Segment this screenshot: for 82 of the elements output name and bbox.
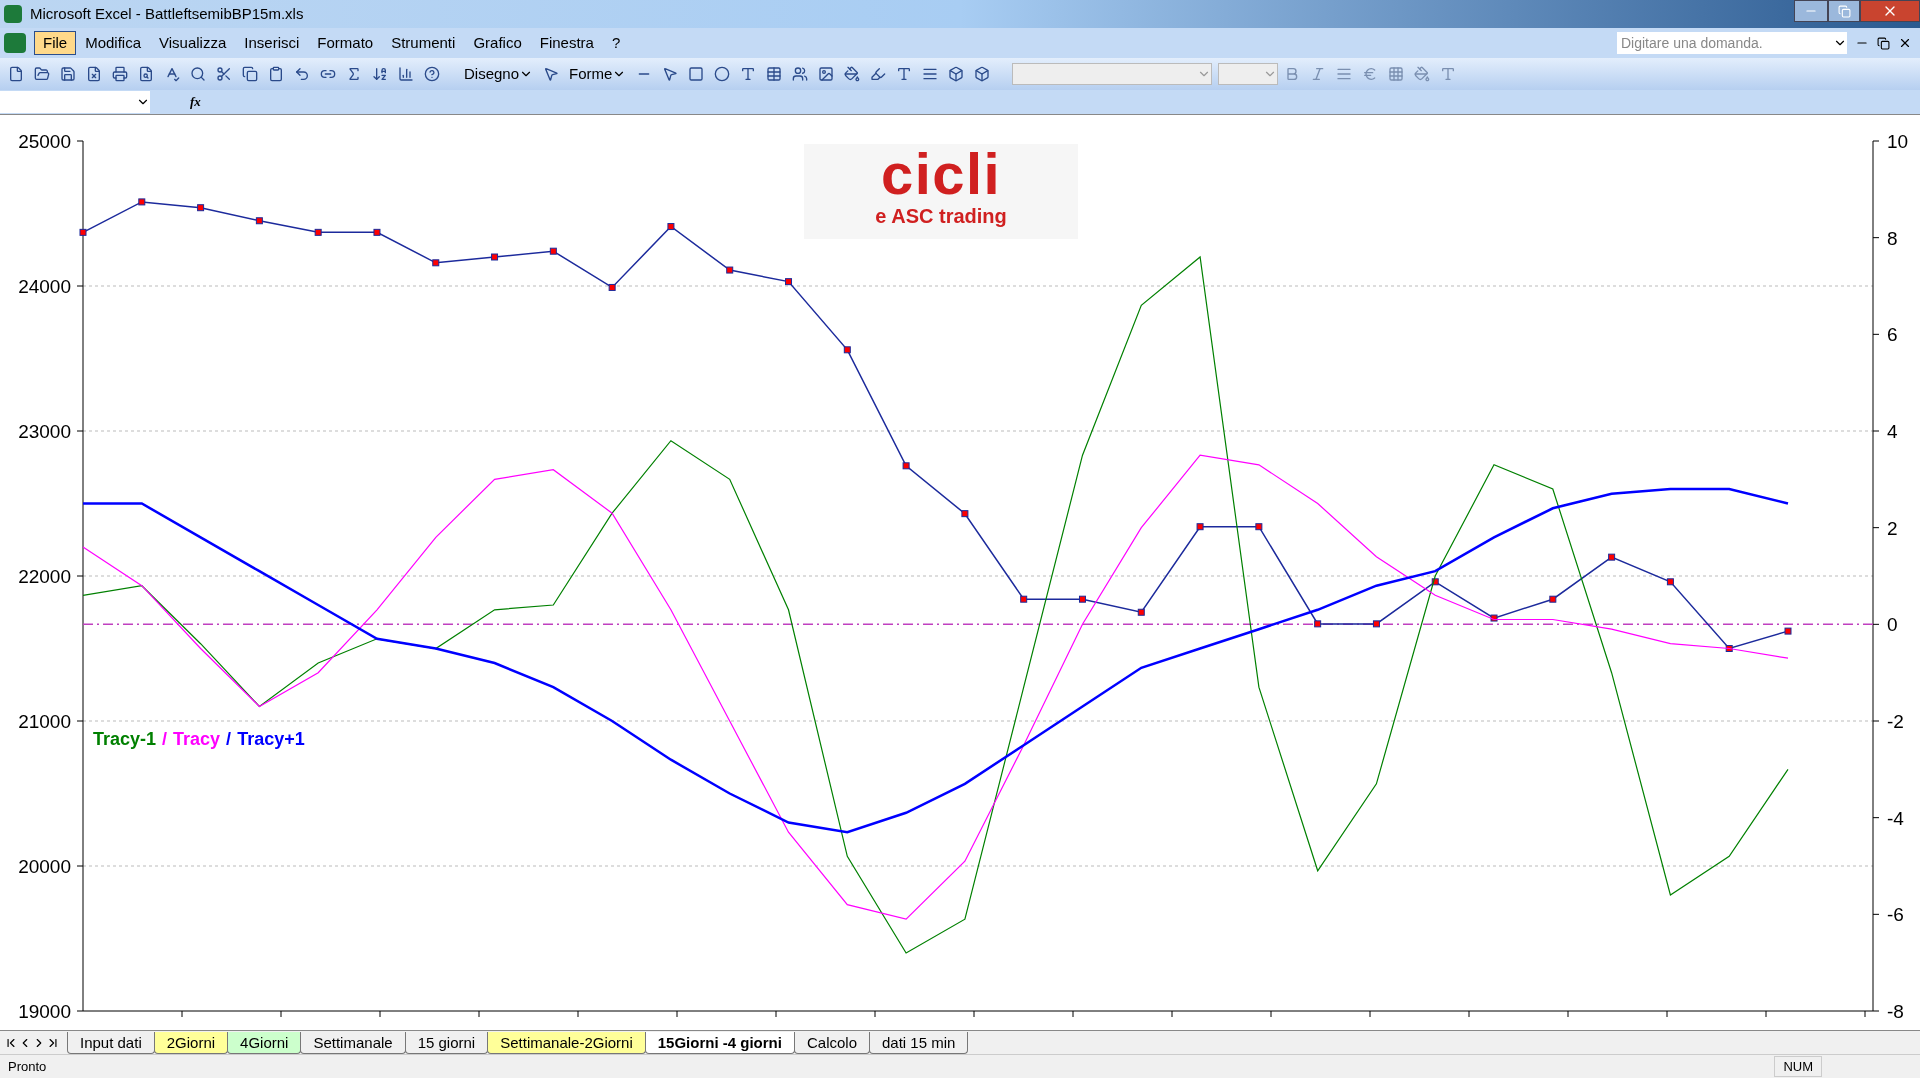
axis-label: 19000 [18, 1001, 71, 1022]
data-point [1784, 627, 1792, 635]
data-point [491, 253, 499, 261]
axis-label: 0 [1887, 614, 1898, 636]
data-point [314, 228, 322, 236]
axis-label: 21000 [18, 711, 71, 732]
shapes-menu-button[interactable]: Forme [565, 62, 631, 86]
axis-label: 4 [1887, 421, 1898, 442]
draw-menu-button[interactable]: Disegno [460, 62, 538, 86]
axis-label: 24000 [18, 276, 71, 297]
sheet-tab[interactable]: 2Giorni [153, 1032, 229, 1054]
axis-label: -6 [1887, 904, 1904, 926]
data-point [1255, 523, 1263, 531]
data-point [197, 204, 205, 212]
data-point [1020, 595, 1028, 603]
legend-label: Tracy [173, 728, 221, 751]
data-point [79, 228, 87, 236]
data-point [902, 462, 910, 470]
data-point [1079, 595, 1086, 603]
minimize-button[interactable] [1794, 0, 1828, 22]
data-point [1666, 578, 1674, 586]
axis-label: 22000 [18, 566, 71, 587]
menu-item[interactable]: File [34, 31, 77, 55]
restore-icon [1837, 4, 1851, 18]
legend-separator: / [226, 728, 232, 751]
data-point [843, 346, 851, 354]
data-point [549, 247, 557, 255]
menu-item[interactable]: Strumenti [382, 31, 465, 55]
data-point [1490, 614, 1498, 622]
sheet-tab[interactable]: 15Giorni -4 giorni [644, 1032, 795, 1054]
menu-item[interactable]: ? [602, 31, 630, 55]
data-point [432, 259, 440, 267]
logo-subtitle: e ASC trading [875, 204, 1007, 228]
window-title: Microsoft Excel - BattleftsemibBP15m.xls [30, 3, 304, 24]
axis-label: 6 [1887, 324, 1898, 346]
data-point [1372, 620, 1380, 628]
close-button[interactable] [1860, 0, 1920, 22]
status-text: Pronto [8, 1057, 47, 1076]
menu-item[interactable]: Grafico [464, 31, 531, 55]
data-point [1549, 595, 1557, 603]
data-point [255, 217, 263, 225]
axis-label: 2 [1887, 517, 1898, 539]
axis-label: 8 [1887, 227, 1898, 249]
close-icon[interactable] [1898, 36, 1912, 50]
data-point [667, 223, 675, 231]
legend-label: Tracy+1 [237, 728, 305, 751]
data-point [373, 228, 381, 236]
menu-item[interactable]: Visualizza [150, 31, 236, 55]
data-point [1608, 553, 1616, 561]
data-point [726, 266, 734, 274]
menu-item[interactable]: Modifica [76, 31, 151, 55]
logo-title: cicli [880, 144, 1002, 204]
data-point [138, 198, 146, 206]
data-point [1196, 523, 1204, 531]
menu-item[interactable]: Inserisci [235, 31, 309, 55]
sheet-tab[interactable]: 4Giorni [227, 1032, 302, 1054]
maximize-button[interactable] [1828, 0, 1860, 22]
menu-item[interactable]: Finestra [530, 31, 603, 55]
data-point [608, 283, 616, 291]
axis-label: 20000 [18, 856, 71, 877]
menu-item[interactable]: Formato [308, 31, 383, 55]
restore-icon[interactable] [1877, 36, 1890, 50]
data-point [785, 278, 792, 286]
data-point [1137, 608, 1145, 616]
excel-icon [4, 5, 22, 23]
axis-label: 23000 [18, 421, 71, 442]
axis-label: -2 [1887, 711, 1904, 732]
data-point [1725, 645, 1733, 652]
function-button[interactable]: fx [190, 92, 201, 112]
legend-separator: / [162, 728, 168, 751]
help-search-field[interactable]: Digitare una domanda. [1617, 32, 1847, 54]
data-point [1314, 620, 1322, 628]
axis-label: 10 [1887, 131, 1909, 152]
axis-label: -4 [1887, 807, 1904, 829]
num-lock-indicator: NUM [1774, 1055, 1822, 1078]
axis-label: -8 [1887, 1001, 1904, 1022]
excel-icon [4, 33, 26, 53]
data-point [1431, 578, 1439, 586]
legend-label: Tracy-1 [93, 728, 157, 751]
sheet-tab[interactable]: Settimanale-2Giorni [487, 1032, 646, 1054]
data-point [961, 510, 969, 518]
axis-label: 25000 [18, 131, 71, 152]
